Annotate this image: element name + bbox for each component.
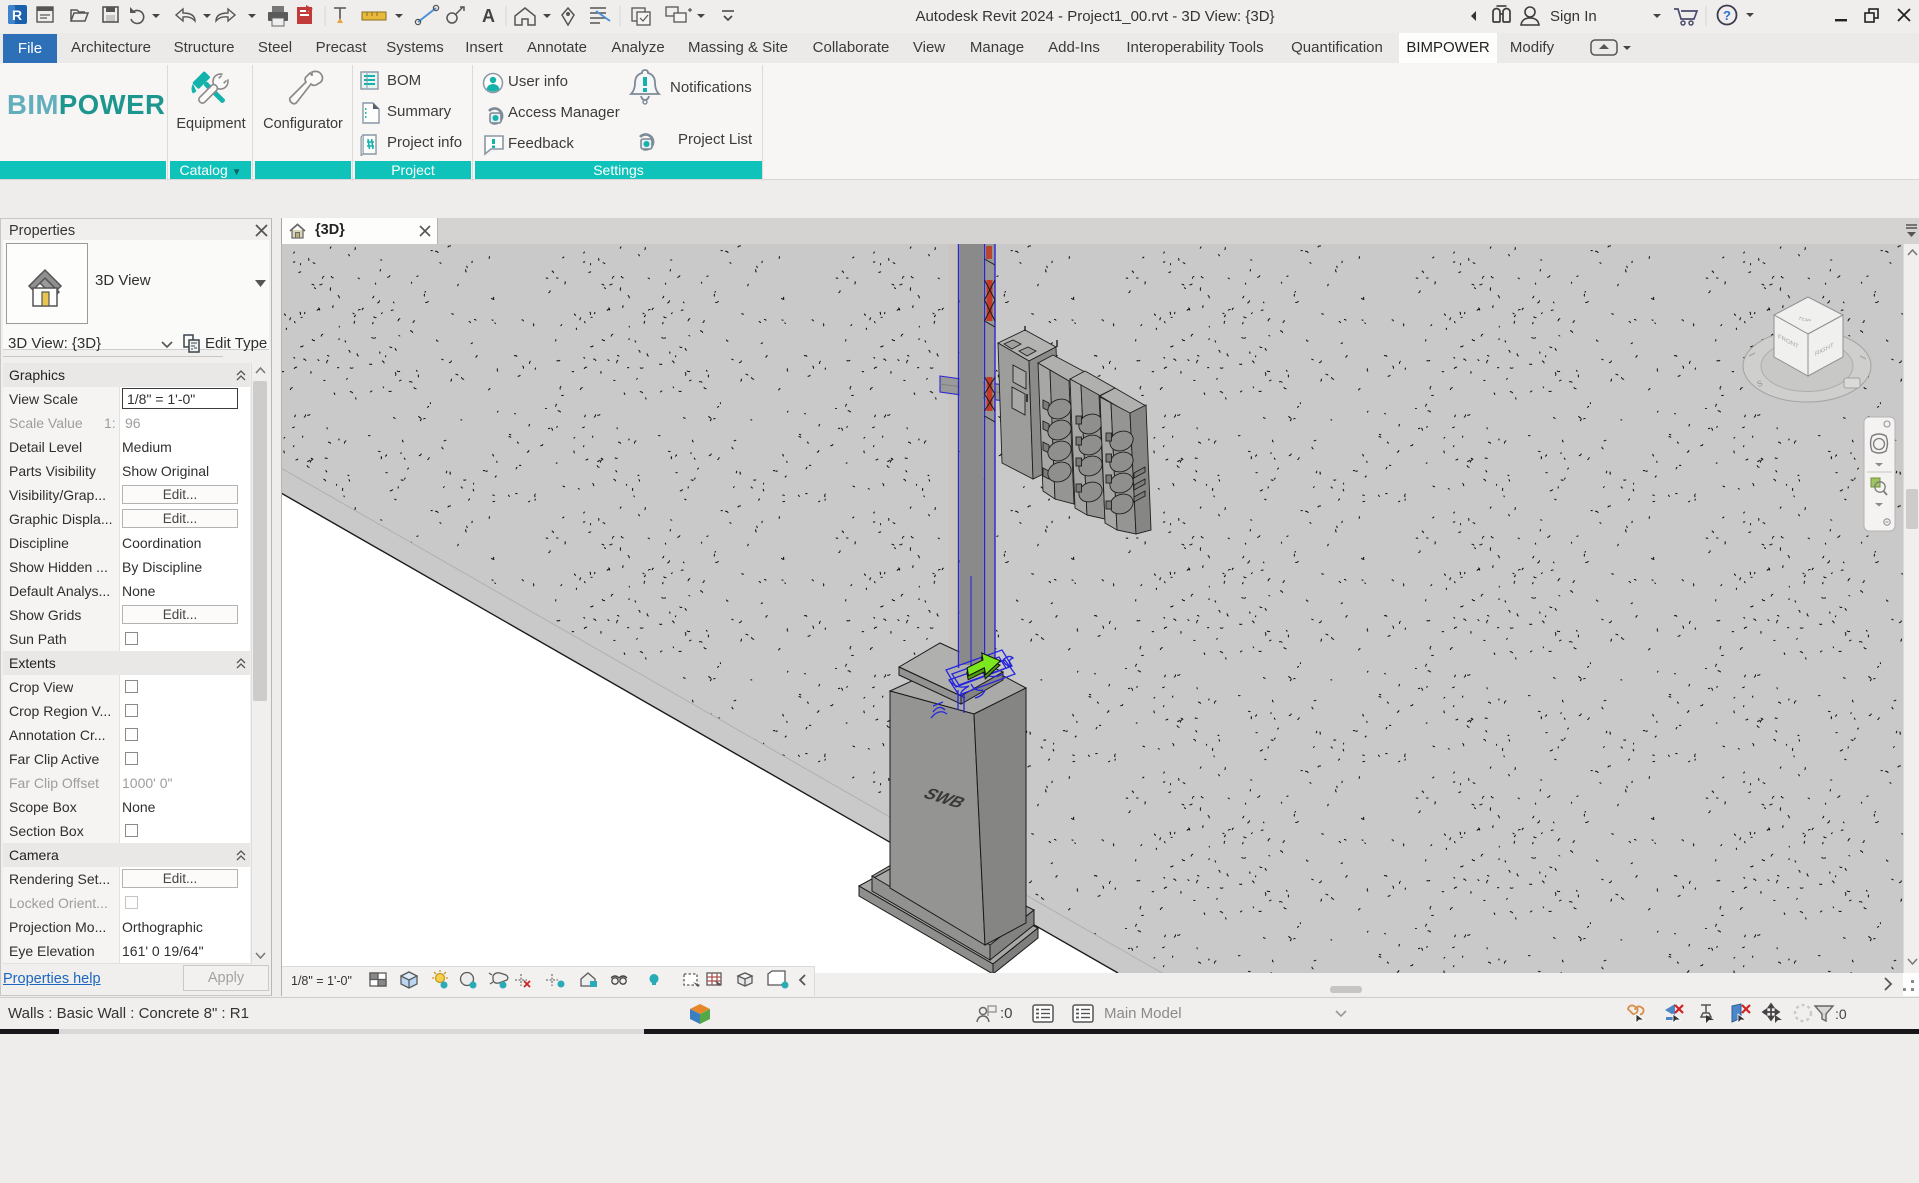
svg-text:1/8" = 1'-0": 1/8" = 1'-0" [291, 974, 352, 988]
svg-text::0: :0 [1835, 1006, 1847, 1022]
svg-text:?: ? [1723, 8, 1731, 23]
svg-text:Sign In: Sign In [1550, 8, 1597, 25]
svg-text:R: R [12, 7, 22, 23]
svg-text:A: A [482, 6, 495, 26]
